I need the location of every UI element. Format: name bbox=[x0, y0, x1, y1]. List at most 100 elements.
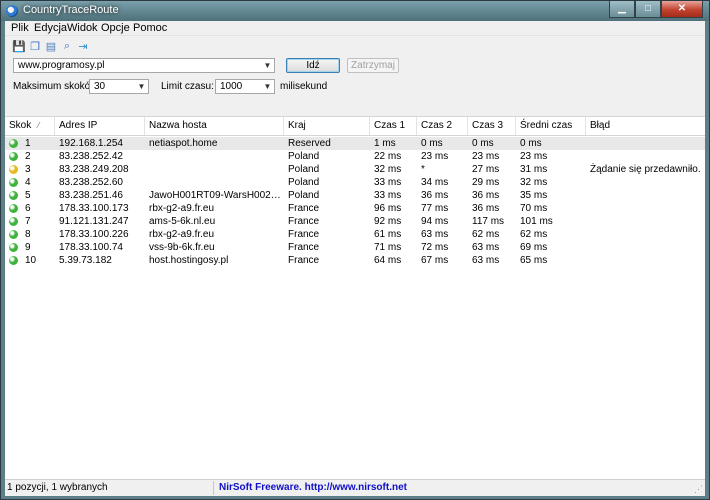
timeout-combobox[interactable]: 1000 ▼ bbox=[215, 79, 275, 94]
cell-country: France bbox=[288, 255, 320, 266]
cell-host: netiaspot.home bbox=[149, 138, 218, 149]
resize-grip-icon[interactable]: ⋰ bbox=[694, 484, 703, 495]
cell-t1: 32 ms bbox=[374, 164, 402, 175]
cell-t3: 63 ms bbox=[472, 242, 500, 253]
cell-t3: 27 ms bbox=[472, 164, 500, 175]
table-row[interactable]: 1 192.168.1.254 netiaspot.home Reserved 1 ms… bbox=[5, 137, 705, 150]
cell-t3: 0 ms bbox=[472, 138, 494, 149]
timeout-value: 1000 bbox=[220, 81, 243, 92]
cell-error bbox=[590, 202, 704, 215]
column-header-host[interactable]: Nazwa hosta bbox=[145, 117, 284, 135]
cell-hop: 8 bbox=[25, 229, 31, 240]
nirsoft-link[interactable]: NirSoft Freeware. http://www.nirsoft.net bbox=[219, 482, 407, 493]
cell-host: JawoH001RT09-WarsH002RT22.in... bbox=[149, 190, 281, 201]
cell-country: France bbox=[288, 242, 320, 253]
cell-t1: 1 ms bbox=[374, 138, 396, 149]
column-header-time1[interactable]: Czas 1 bbox=[370, 117, 417, 135]
cell-avg: 35 ms bbox=[520, 190, 548, 201]
chevron-down-icon[interactable]: ▼ bbox=[261, 80, 274, 93]
maximize-button[interactable]: □ bbox=[635, 1, 661, 18]
globe-icon bbox=[6, 5, 18, 17]
cell-t1: 33 ms bbox=[374, 177, 402, 188]
cell-error bbox=[590, 228, 704, 241]
status-dot-icon bbox=[9, 191, 18, 200]
cell-error bbox=[590, 254, 704, 267]
sort-ascending-icon: ⁄ bbox=[38, 121, 40, 130]
chevron-down-icon[interactable]: ▼ bbox=[261, 59, 274, 72]
copy-icon[interactable]: ❐ bbox=[27, 38, 43, 54]
menu-edycja[interactable]: Edycja bbox=[34, 22, 67, 34]
table-row[interactable]: 4 83.238.252.60 Poland 33 ms 34 ms 29 ms 32 ms bbox=[5, 176, 705, 189]
results-list[interactable]: Skok ⁄ Adres IP Nazwa hosta Kraj Czas 1 … bbox=[5, 117, 705, 477]
save-icon[interactable]: 💾 bbox=[11, 38, 27, 54]
chevron-down-icon[interactable]: ▼ bbox=[135, 80, 148, 93]
max-hops-combobox[interactable]: 30 ▼ bbox=[89, 79, 149, 94]
cell-avg: 0 ms bbox=[520, 138, 542, 149]
menu-opcje[interactable]: Opcje bbox=[101, 22, 130, 34]
status-dot-icon bbox=[9, 139, 18, 148]
cell-avg: 69 ms bbox=[520, 242, 548, 253]
table-row[interactable]: 8 178.33.100.226 rbx-g2-a9.fr.eu France 61 m… bbox=[5, 228, 705, 241]
table-row[interactable]: 6 178.33.100.173 rbx-g2-a9.fr.eu France 96 m… bbox=[5, 202, 705, 215]
status-dot-icon bbox=[9, 204, 18, 213]
cell-host: host.hostingosy.pl bbox=[149, 255, 229, 266]
column-header-avg[interactable]: Średni czas bbox=[516, 117, 586, 135]
table-row[interactable]: 7 91.121.131.247 ams-5-6k.nl.eu France 92 ms… bbox=[5, 215, 705, 228]
cell-ip: 83.238.252.60 bbox=[59, 177, 123, 188]
cell-hop: 4 bbox=[25, 177, 31, 188]
cell-country: Reserved bbox=[288, 138, 331, 149]
table-row[interactable]: 10 5.39.73.182 host.hostingosy.pl France 64 … bbox=[5, 254, 705, 267]
table-row[interactable]: 9 178.33.100.74 vss-9b-6k.fr.eu France 71 ms… bbox=[5, 241, 705, 254]
url-combobox[interactable]: www.programosy.pl ▼ bbox=[13, 58, 275, 73]
cell-t2: 72 ms bbox=[421, 242, 449, 253]
close-button[interactable]: ✕ bbox=[661, 1, 703, 18]
table-row[interactable]: 3 83.238.249.208 Poland 32 ms * 27 ms 31 ms Żąd… bbox=[5, 163, 705, 176]
cell-t3: 62 ms bbox=[472, 229, 500, 240]
status-bar: 1 pozycji, 1 wybranych NirSoft Freeware.… bbox=[5, 479, 705, 496]
menu-widok[interactable]: Widok bbox=[67, 22, 98, 34]
cell-t2: 94 ms bbox=[421, 216, 449, 227]
cell-error bbox=[590, 241, 704, 254]
status-dot-icon bbox=[9, 230, 18, 239]
timeout-label: Limit czasu: bbox=[161, 81, 214, 92]
cell-country: Poland bbox=[288, 177, 320, 188]
max-hops-value: 30 bbox=[94, 81, 106, 92]
cell-t3: 117 ms bbox=[472, 216, 505, 227]
column-header-time3[interactable]: Czas 3 bbox=[468, 117, 516, 135]
cell-country: Poland bbox=[288, 164, 320, 175]
max-hops-label: Maksimum skoków: bbox=[13, 81, 101, 92]
cell-t3: 23 ms bbox=[472, 151, 500, 162]
title-bar[interactable]: CountryTraceRoute ▁ □ ✕ bbox=[1, 1, 709, 21]
cell-t2: 23 ms bbox=[421, 151, 449, 162]
cell-country: France bbox=[288, 203, 320, 214]
menu-pomoc[interactable]: Pomoc bbox=[133, 22, 167, 34]
cell-t3: 36 ms bbox=[472, 203, 500, 214]
column-header-error[interactable]: Błąd bbox=[586, 117, 705, 135]
cell-t1: 92 ms bbox=[374, 216, 402, 227]
exit-icon[interactable]: ⇥ bbox=[75, 38, 91, 54]
column-header-skok[interactable]: Skok ⁄ bbox=[5, 117, 55, 135]
cell-host bbox=[149, 163, 281, 176]
cell-t2: * bbox=[421, 164, 425, 175]
cell-hop: 10 bbox=[25, 255, 37, 266]
column-header-ip[interactable]: Adres IP bbox=[55, 117, 145, 135]
table-row[interactable]: 5 83.238.251.46 JawoH001RT09-WarsH002RT22.… bbox=[5, 189, 705, 202]
menu-plik[interactable]: Plik bbox=[11, 22, 29, 34]
cell-ip: 178.33.100.173 bbox=[59, 203, 129, 214]
minimize-button[interactable]: ▁ bbox=[609, 1, 635, 18]
column-header-country[interactable]: Kraj bbox=[284, 117, 370, 135]
cell-t3: 63 ms bbox=[472, 255, 500, 266]
report-icon[interactable]: ▤ bbox=[43, 38, 59, 54]
find-icon[interactable]: ⌕ bbox=[59, 38, 75, 54]
table-row[interactable]: 2 83.238.252.42 Poland 22 ms 23 ms 23 ms 23 ms bbox=[5, 150, 705, 163]
stop-button[interactable]: Zatrzymaj bbox=[347, 58, 399, 73]
cell-error bbox=[590, 215, 704, 228]
cell-country: Poland bbox=[288, 151, 320, 162]
cell-avg: 32 ms bbox=[520, 177, 548, 188]
cell-ip: 178.33.100.226 bbox=[59, 229, 129, 240]
column-header-time2[interactable]: Czas 2 bbox=[417, 117, 468, 135]
toolbar: 💾 ❐ ▤ ⌕ ⇥ bbox=[5, 36, 705, 56]
cell-country: France bbox=[288, 229, 320, 240]
cell-ip: 178.33.100.74 bbox=[59, 242, 123, 253]
go-button[interactable]: Idź bbox=[286, 58, 340, 73]
